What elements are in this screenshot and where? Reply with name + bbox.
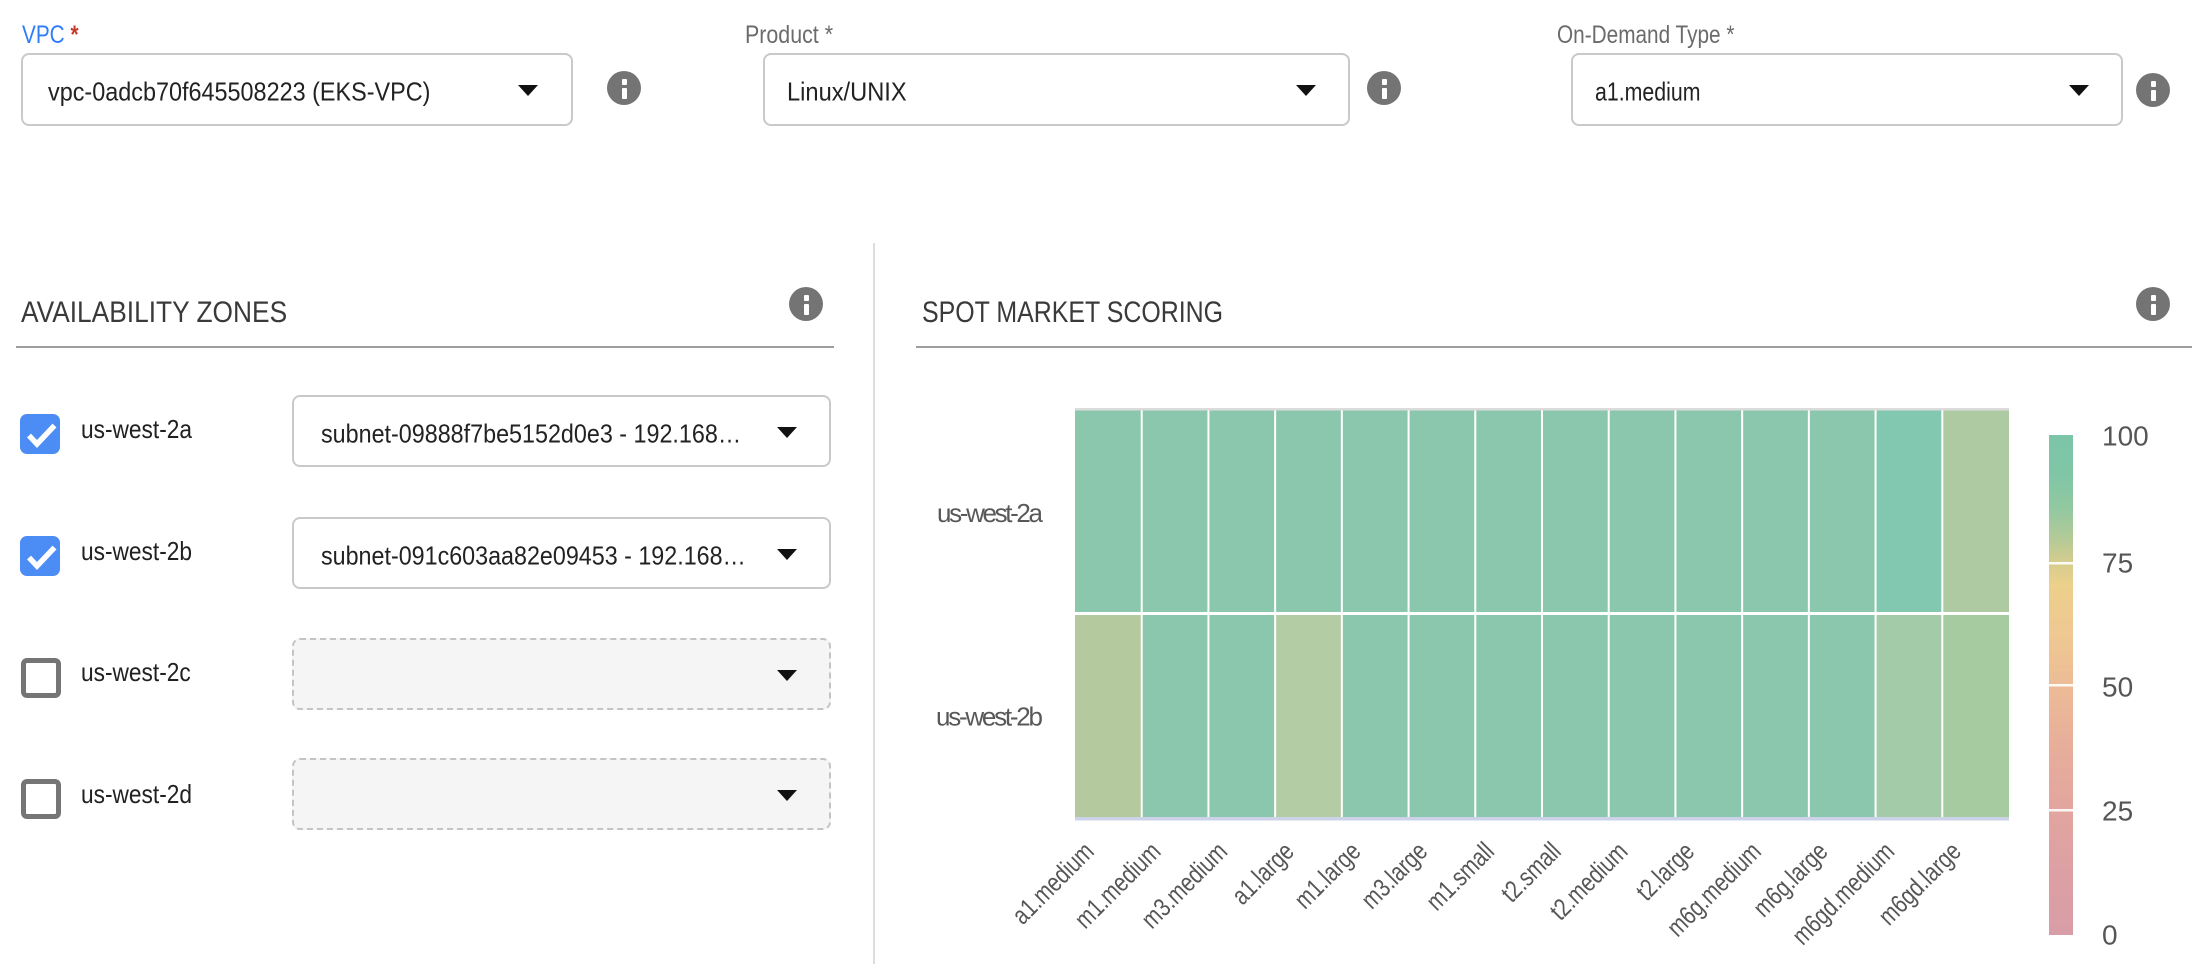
svg-text:us-west-2b: us-west-2b xyxy=(936,702,1043,732)
svg-text:100: 100 xyxy=(2102,421,2149,452)
svg-text:a1.large: a1.large xyxy=(1225,836,1299,910)
svg-text:m1.large: m1.large xyxy=(1288,836,1366,914)
svg-text:75: 75 xyxy=(2102,548,2133,579)
svg-text:0: 0 xyxy=(2102,920,2118,951)
svg-text:m3.large: m3.large xyxy=(1355,836,1433,914)
svg-text:25: 25 xyxy=(2102,796,2133,827)
svg-text:m1.small: m1.small xyxy=(1420,836,1500,916)
svg-text:50: 50 xyxy=(2102,672,2133,703)
svg-text:us-west-2a: us-west-2a xyxy=(937,498,1044,528)
